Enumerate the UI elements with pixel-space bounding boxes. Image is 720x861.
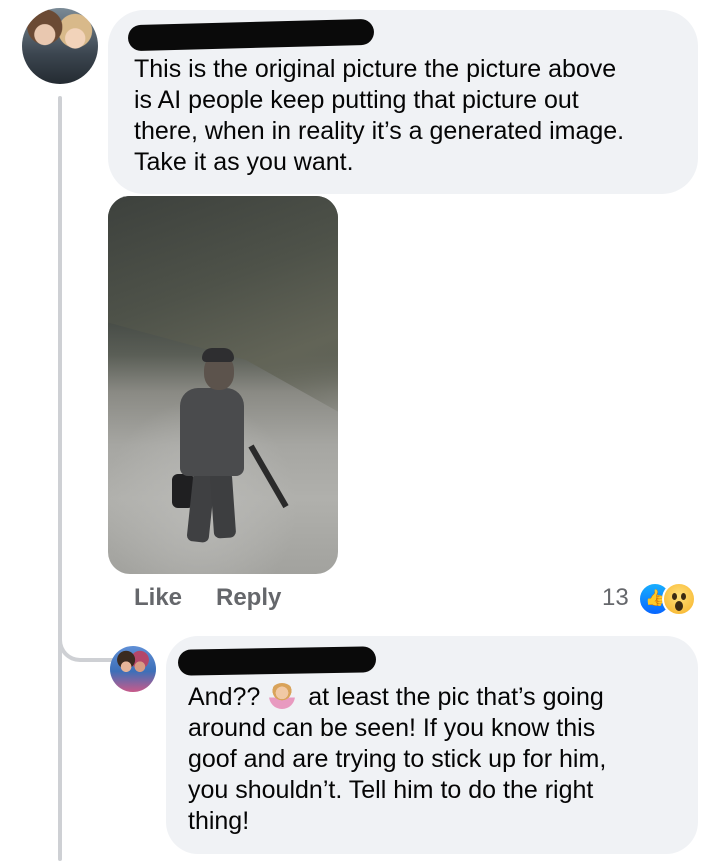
commenter-avatar[interactable] (22, 8, 98, 84)
reaction-count[interactable]: 13 (602, 584, 629, 612)
comment-attached-photo[interactable] (108, 196, 338, 574)
reply-button[interactable]: Reply (216, 584, 281, 612)
like-button[interactable]: Like (134, 584, 182, 612)
person-shrugging-emoji-icon (269, 683, 296, 709)
photo-figure-object (248, 444, 289, 509)
thread-connector-curve (58, 600, 114, 662)
wow-icon (662, 582, 696, 616)
reply-text-start: And?? (188, 683, 268, 711)
photo-figure-cap (202, 348, 234, 362)
reply-text: And?? at least the pic that’s going arou… (188, 682, 688, 837)
photo-figure-leg (209, 471, 237, 539)
redacted-replier-name (177, 646, 377, 676)
photo-figure-body (180, 388, 244, 476)
comment-text: This is the original picture the picture… (134, 55, 625, 176)
replier-avatar[interactable] (110, 646, 156, 692)
reaction-icons[interactable]: 👍 (638, 582, 700, 616)
thread-connector-line (58, 96, 62, 861)
comment-thread: This is the original picture the picture… (0, 0, 720, 861)
